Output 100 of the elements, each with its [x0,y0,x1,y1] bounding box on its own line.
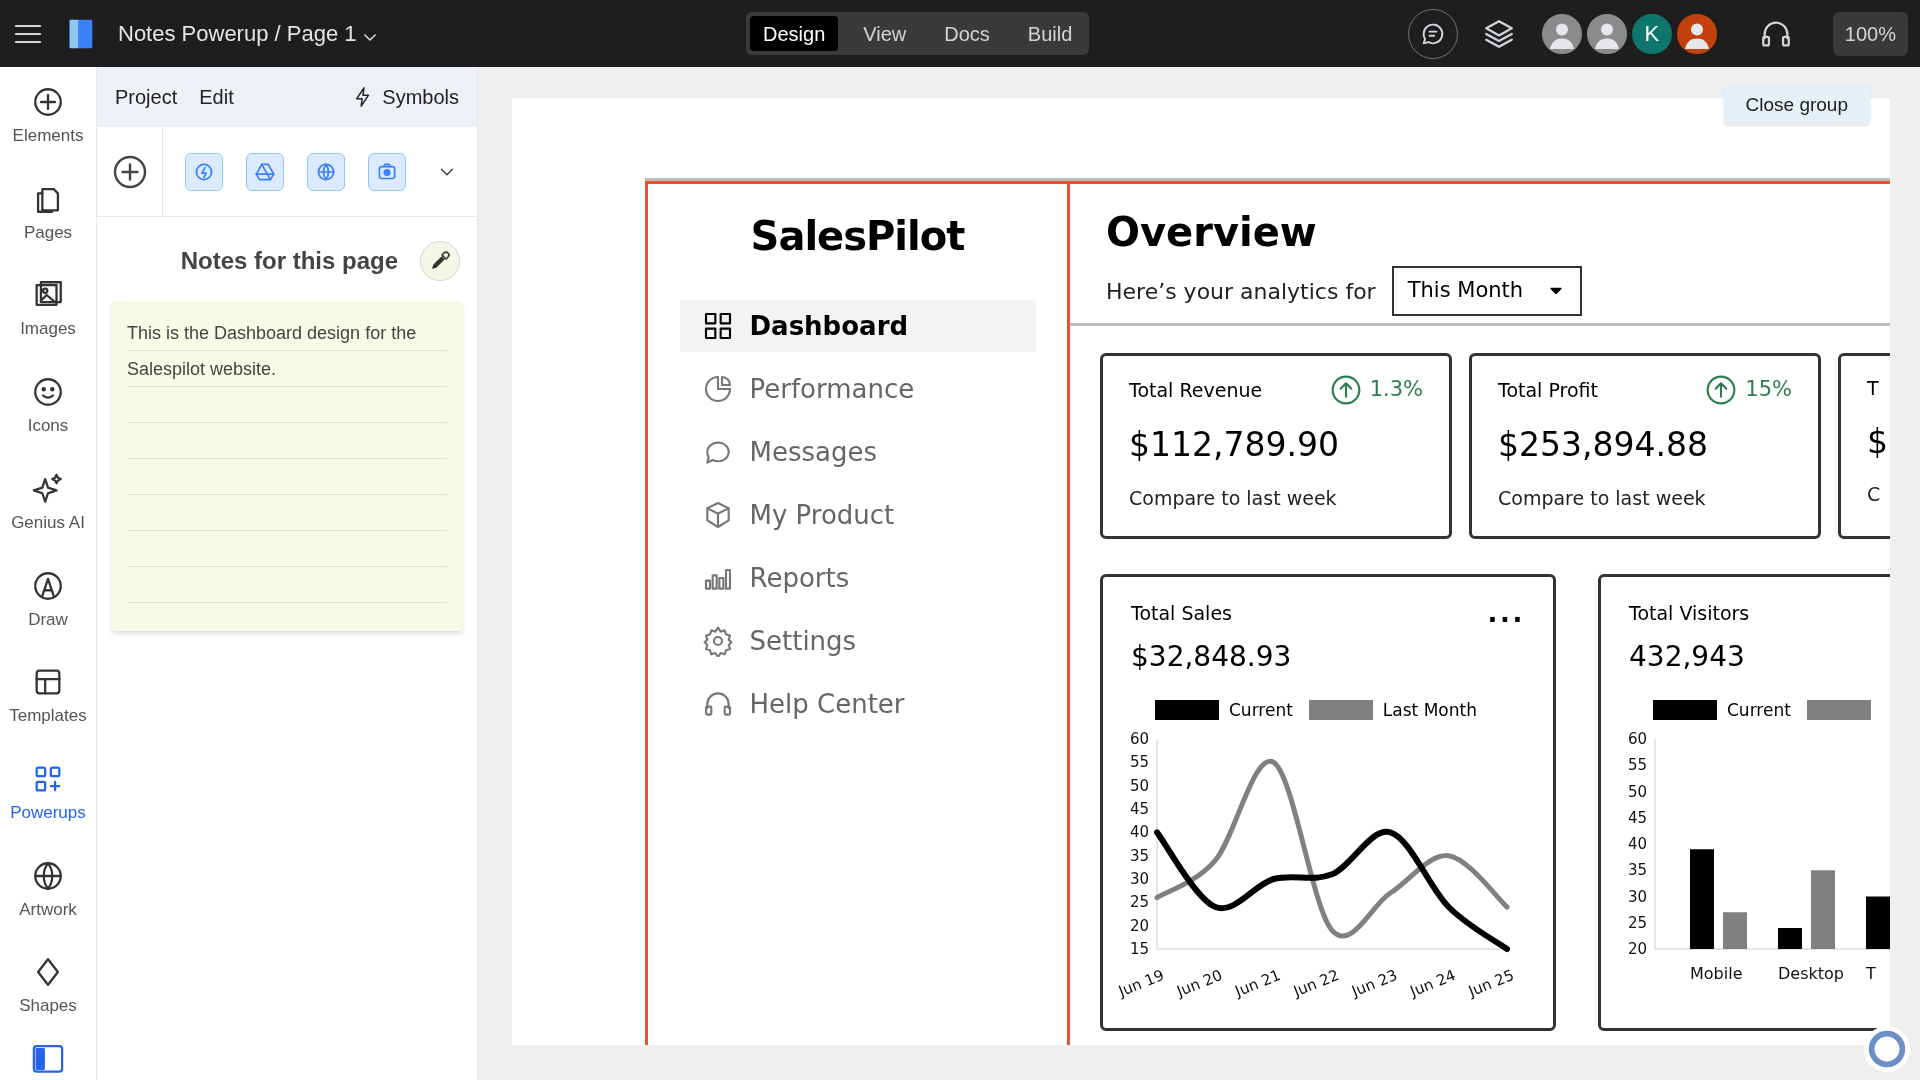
y-tick-label: 55 [1627,756,1647,775]
sidebar-tool[interactable]: Icons [3,365,93,462]
sparkle-icon [31,471,65,506]
metric-title: Total Revenue [1129,377,1263,403]
menu-item[interactable]: Edit [199,82,234,112]
powerup-button[interactable] [246,152,284,191]
y-tick-label: 45 [1627,808,1647,827]
x-tick-label: Jun 19 [1115,966,1167,1001]
arrow-up-circle-icon [1705,374,1738,406]
sidebar-tool[interactable]: Shapes [3,945,93,1043]
sidebar-tool[interactable]: Elements [3,75,93,172]
powerup-button[interactable] [368,152,406,191]
y-tick-label: 60 [1627,730,1647,748]
mode-tab[interactable]: Docs [931,16,1003,51]
legend-swatch [1308,700,1373,721]
y-tick-label: 50 [1129,776,1149,795]
y-tick-label: 35 [1627,861,1647,880]
y-tick-label: 50 [1627,782,1647,801]
bar [1866,896,1890,949]
metric-title: Total Profit [1498,377,1598,403]
y-tick-label: 40 [1129,823,1149,842]
legend-swatch [1155,700,1219,721]
chart-title: Total Sales [1131,601,1232,626]
y-tick-label: 55 [1129,753,1149,772]
y-tick-label: 40 [1627,835,1647,853]
nav-item[interactable]: My Product [679,489,1036,541]
nav-item[interactable]: Reports [679,552,1036,604]
page-heading: Overview [1106,208,1318,257]
chevron-down-icon [364,34,377,41]
legend-swatch [1653,700,1717,721]
nav-item[interactable]: Dashboard [679,300,1036,352]
chart-value: $32,848.93 [1131,638,1293,675]
sidebar-tool[interactable]: Genius AI [3,461,93,559]
x-tick-label: Jun 20 [1174,966,1225,1001]
metric-value: $253,894.88 [1498,424,1709,466]
sidebar-tool[interactable]: Draw [3,558,93,656]
note-text: This is the Dashboard design for the Salespilot website. [127,322,418,381]
y-tick-label: 20 [1129,916,1149,935]
plus-circle-icon [31,85,65,119]
legend-swatch [1806,700,1871,721]
metric-caption: Compare to last week [1498,485,1707,511]
sidebar-tool[interactable]: Pages [3,171,93,269]
x-tick-label: Mobile [1690,964,1743,983]
period-dropdown[interactable]: This Month [1391,266,1582,316]
mode-tab[interactable]: Build [1014,16,1086,51]
x-tick-label: Jun 25 [1465,966,1515,1001]
legend-label: Last Month [1382,698,1477,722]
change-percentage: 1.3% [1369,376,1423,404]
nav-item[interactable]: Help Center [679,678,1036,730]
bar [1723,912,1747,949]
y-tick-label: 60 [1129,730,1149,748]
eyedropper-button[interactable] [420,241,460,281]
menu-item[interactable]: Project [115,82,178,112]
powerup-button[interactable] [307,152,345,191]
analytics-label: Here’s your analytics for [1106,277,1376,306]
y-tick-label: 25 [1129,893,1149,912]
notes-title: Notes for this page [180,246,398,276]
symbols-button[interactable]: Symbols [352,82,459,112]
nav-item[interactable]: Performance [679,363,1036,415]
y-tick-label: 30 [1129,870,1149,888]
metric-caption: Compare to last week [1129,485,1338,511]
sidebar-tool[interactable]: Artwork [3,848,93,946]
brand-logo: SalesPilot [750,212,965,261]
x-tick-label: Jun 22 [1290,966,1342,1001]
x-tick-label: Jun 24 [1407,966,1459,1001]
y-tick-label: 35 [1129,846,1149,865]
nav-item[interactable]: Messages [679,426,1036,478]
help-widget-icon[interactable] [1864,1026,1910,1072]
y-tick-label: 15 [1129,940,1149,958]
user-avatar[interactable]: K [1629,11,1674,56]
y-tick-label: 30 [1627,887,1647,906]
metric-value: $ [1867,420,1889,463]
mode-tab[interactable]: Design [750,16,839,51]
sidebar-tool[interactable]: Templates [3,655,93,753]
change-percentage: 15% [1745,376,1792,404]
y-tick-label: 25 [1627,913,1647,932]
bar [1778,928,1802,949]
close-group-button[interactable]: Close group [1723,85,1870,125]
metric-caption: C [1867,482,1882,507]
x-tick-label: T [1866,964,1876,983]
add-icon[interactable] [111,153,148,190]
arrow-up-circle-icon [1329,374,1362,406]
y-tick-label: 20 [1627,940,1647,958]
nav-item[interactable]: Settings [679,615,1036,667]
legend-label: Current [1727,698,1791,722]
chart-title: Total Visitors [1629,601,1750,626]
metric-value: $112,789.90 [1129,424,1340,466]
x-tick-label: Jun 23 [1349,966,1400,1001]
sidebar-tool[interactable]: Powerups [3,752,93,849]
more-options-button[interactable]: ... [1487,600,1525,627]
chart-value: 432,943 [1629,638,1746,675]
zoom-level-button[interactable]: 100% [1832,11,1908,56]
gear-icon [701,625,734,657]
y-tick-label: 45 [1129,800,1149,818]
project-title[interactable]: Notes Powerup / Page 1 [118,17,377,50]
sidebar-tool[interactable]: Images [3,268,93,366]
mode-tab[interactable]: View [850,16,920,51]
x-tick-label: Desktop [1778,964,1844,983]
powerup-button[interactable] [185,152,223,191]
metric-title: T [1867,376,1879,401]
